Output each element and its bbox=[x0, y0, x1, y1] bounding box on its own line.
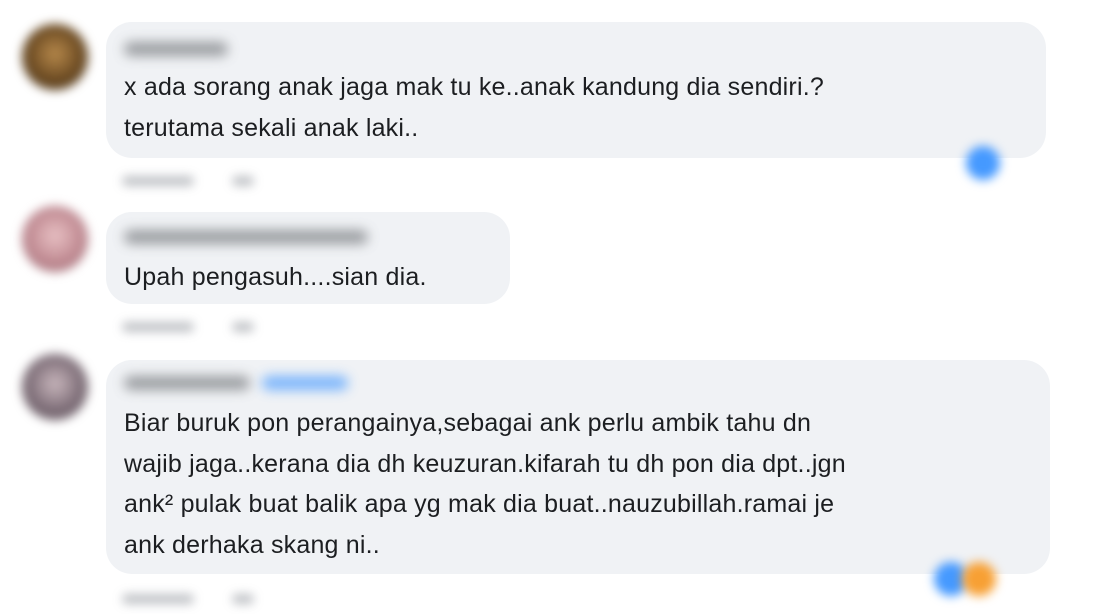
comment-text-line: ank² pulak buat balik apa yg mak dia bua… bbox=[124, 490, 835, 518]
comment-text-line: x ada sorang anak jaga mak tu ke..anak k… bbox=[124, 73, 824, 101]
avatar[interactable] bbox=[22, 354, 88, 420]
comment-text-line: terutama sekali anak laki.. bbox=[124, 114, 419, 142]
comment-text-line: ank derhaka skang ni.. bbox=[124, 531, 380, 559]
avatar[interactable] bbox=[22, 24, 88, 90]
reply-action[interactable] bbox=[232, 176, 254, 186]
commenter-name[interactable] bbox=[124, 230, 368, 244]
avatar[interactable] bbox=[22, 206, 88, 272]
comment-text-line: Upah pengasuh....sian dia. bbox=[124, 263, 427, 291]
like-action[interactable] bbox=[122, 176, 194, 186]
comment-text-line: Biar buruk pon perangainya,sebagai ank p… bbox=[124, 409, 812, 437]
like-reaction-icon[interactable] bbox=[966, 146, 1000, 180]
reply-action[interactable] bbox=[232, 594, 254, 604]
commenter-name[interactable] bbox=[124, 42, 228, 56]
commenter-name[interactable] bbox=[124, 376, 250, 390]
haha-reaction-icon[interactable] bbox=[962, 562, 996, 596]
reply-action[interactable] bbox=[232, 322, 254, 332]
like-action[interactable] bbox=[122, 322, 194, 332]
follow-link[interactable] bbox=[262, 376, 348, 390]
like-action[interactable] bbox=[122, 594, 194, 604]
comment-text-line: wajib jaga..kerana dia dh keuzuran.kifar… bbox=[124, 450, 846, 478]
